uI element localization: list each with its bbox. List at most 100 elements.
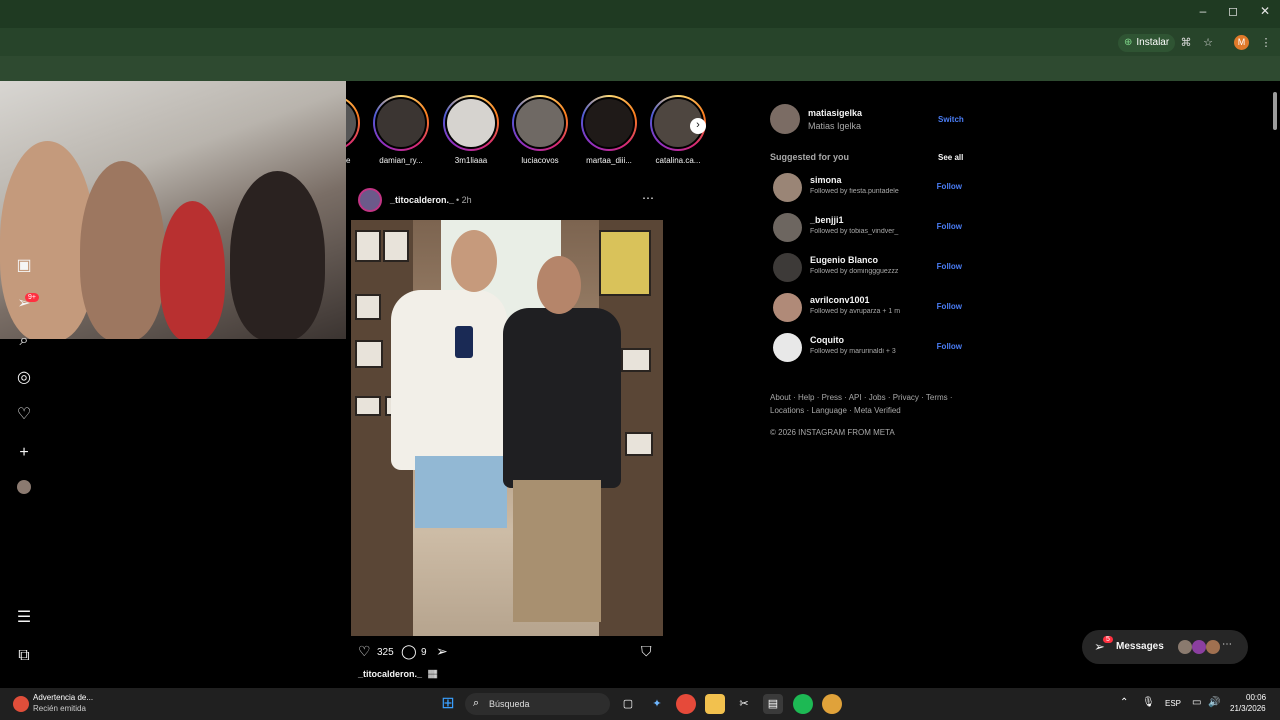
save-icon[interactable]: ⛉ [641,643,652,660]
suggested-followed-by: Followed by marurinaldi + 3 [810,348,896,355]
warning-icon [13,696,29,712]
suggested-user: _benjji1 Followed by tobias_vindver_ Fol… [770,213,965,243]
footer-links: About · Help · Press · API · Jobs · Priv… [770,391,970,417]
chrome-icon[interactable] [676,694,696,714]
post-author-username[interactable]: _titocalderon._ [390,195,454,205]
comment-icon[interactable]: ◯ [401,643,417,660]
reels-icon[interactable]: ▣ [14,256,34,276]
switch-account-link[interactable]: Switch [938,115,964,124]
suggested-user-avatar[interactable] [773,253,802,282]
story-item[interactable]: damian_ry... [371,95,431,165]
man-right-shirt [503,308,621,488]
bookmark-star-icon[interactable]: ☆ [1200,35,1216,51]
suggested-user-avatar[interactable] [773,333,802,362]
taskbar-time[interactable]: 00:06 [1246,693,1266,702]
suggested-username[interactable]: avrilconv1001 [810,295,870,305]
likes-count[interactable]: 325 [377,647,394,658]
taskbar-lang[interactable]: ESP [1165,699,1181,708]
caption-username[interactable]: _titocalderon._ [358,669,422,679]
messages-pill[interactable]: ➢ 5 Messages ⋯ [1082,630,1248,664]
taskbar-notif-title[interactable]: Advertencia de... [33,693,93,702]
suggested-username[interactable]: Coquito [810,335,844,345]
copyright: © 2026 INSTAGRAM FROM META [770,428,895,437]
story-label: catalina.ca... [655,156,701,165]
suggested-username[interactable]: simona [810,175,842,185]
footer-links-line1[interactable]: About · Help · Press · API · Jobs · Priv… [770,391,970,404]
post-image[interactable] [351,220,663,636]
wall-frame [621,348,651,372]
spotify-icon[interactable] [793,694,813,714]
more-icon: ⋯ [1222,639,1232,650]
file-explorer-icon[interactable] [705,694,725,714]
maximize-button[interactable]: ◻ [1218,4,1248,18]
follow-button[interactable]: Follow [937,182,962,191]
story-label: 3m1liaaa [454,156,488,165]
account-username[interactable]: matiasigelka [808,108,862,118]
suggested-user-avatar[interactable] [773,213,802,242]
suggested-title: Suggested for you [770,152,850,162]
install-app-button[interactable]: ⊕ Instalar [1118,34,1176,52]
post-actions: ♡ 325 ◯ 9 ➢ ⛉ [358,643,663,663]
menu-icon[interactable]: ☰ [14,608,34,628]
messages-avatar [1206,640,1220,654]
store-icon[interactable]: ▤ [763,694,783,714]
follow-button[interactable]: Follow [937,222,962,231]
network-icon[interactable]: ▭ [1192,697,1201,708]
suggested-username[interactable]: _benjji1 [810,215,844,225]
story-item[interactable]: luciacovos [510,95,570,165]
suggested-username[interactable]: Eugenio Blanco [810,255,878,265]
snipping-tool-icon[interactable]: ✂ [734,694,754,714]
like-icon[interactable]: ♡ [358,643,371,660]
post-options-icon[interactable]: ⋯ [642,191,654,205]
browser-toolbar [0,28,1280,56]
suggested-user-avatar[interactable] [773,173,802,202]
messages-avatar [1192,640,1206,654]
share-icon[interactable]: ➢ [436,643,448,660]
tray-chevron-icon[interactable]: ⌃ [1120,697,1128,708]
account-avatar[interactable] [770,104,800,134]
comments-count[interactable]: 9 [421,647,427,658]
close-window-button[interactable]: ✕ [1250,4,1280,18]
explore-icon[interactable]: ◎ [14,368,34,388]
messages-label: Messages [1116,641,1164,652]
suggested-user: Eugenio Blanco Followed by dominggguezzz… [770,253,965,283]
heart-icon[interactable]: ♡ [14,405,34,425]
meta-apps-icon[interactable]: ⧉ [14,646,34,666]
windows-start-icon[interactable]: ⊞ [438,694,458,714]
install-icon: ⊕ [1124,37,1133,48]
chrome-profile-icon[interactable] [822,694,842,714]
follow-button[interactable]: Follow [937,262,962,271]
search-icon[interactable]: ⌕ [14,331,34,351]
volume-icon[interactable]: 🔊 [1208,697,1220,708]
follow-button[interactable]: Follow [937,342,962,351]
create-plus-icon[interactable]: + [14,443,34,463]
copilot-icon[interactable]: ✦ [647,694,667,714]
minimize-button[interactable]: – [1188,4,1218,18]
suggested-followed-by: Followed by fiesta.puntadele [810,188,899,195]
webcam-person-3 [160,201,225,339]
post-author-avatar[interactable] [358,188,382,212]
page-scrollbar[interactable] [1271,84,1278,684]
profile-icon[interactable] [14,480,34,500]
more-menu-icon[interactable]: ⋮ [1258,35,1274,51]
translate-icon[interactable]: ⌘ [1178,35,1194,51]
story-item[interactable]: e [346,95,362,165]
search-icon: ⌕ [473,697,480,709]
story-item[interactable]: 3m1liaaa [441,95,501,165]
webcam-overlay [0,81,346,339]
scroll-thumb[interactable] [1273,92,1277,130]
microphone-icon[interactable]: 🎙 [1142,697,1155,708]
task-view-icon[interactable]: ▢ [618,694,638,714]
footer-links-line2[interactable]: Locations · Language · Meta Verified [770,404,970,417]
story-item[interactable]: martaa_diii... [579,95,639,165]
stories-next-button[interactable]: › [690,118,706,134]
follow-button[interactable]: Follow [937,302,962,311]
taskbar-date[interactable]: 21/3/2026 [1230,704,1266,713]
profile-avatar-button[interactable]: M [1234,35,1249,50]
story-label: e [346,156,351,165]
suggested-user-avatar[interactable] [773,293,802,322]
taskbar-search-placeholder: Búsqueda [489,699,530,709]
caption-emoji: 🏽 [428,669,438,679]
see-all-link[interactable]: See all [938,153,963,162]
taskbar-search[interactable]: ⌕ Búsqueda [465,693,610,715]
